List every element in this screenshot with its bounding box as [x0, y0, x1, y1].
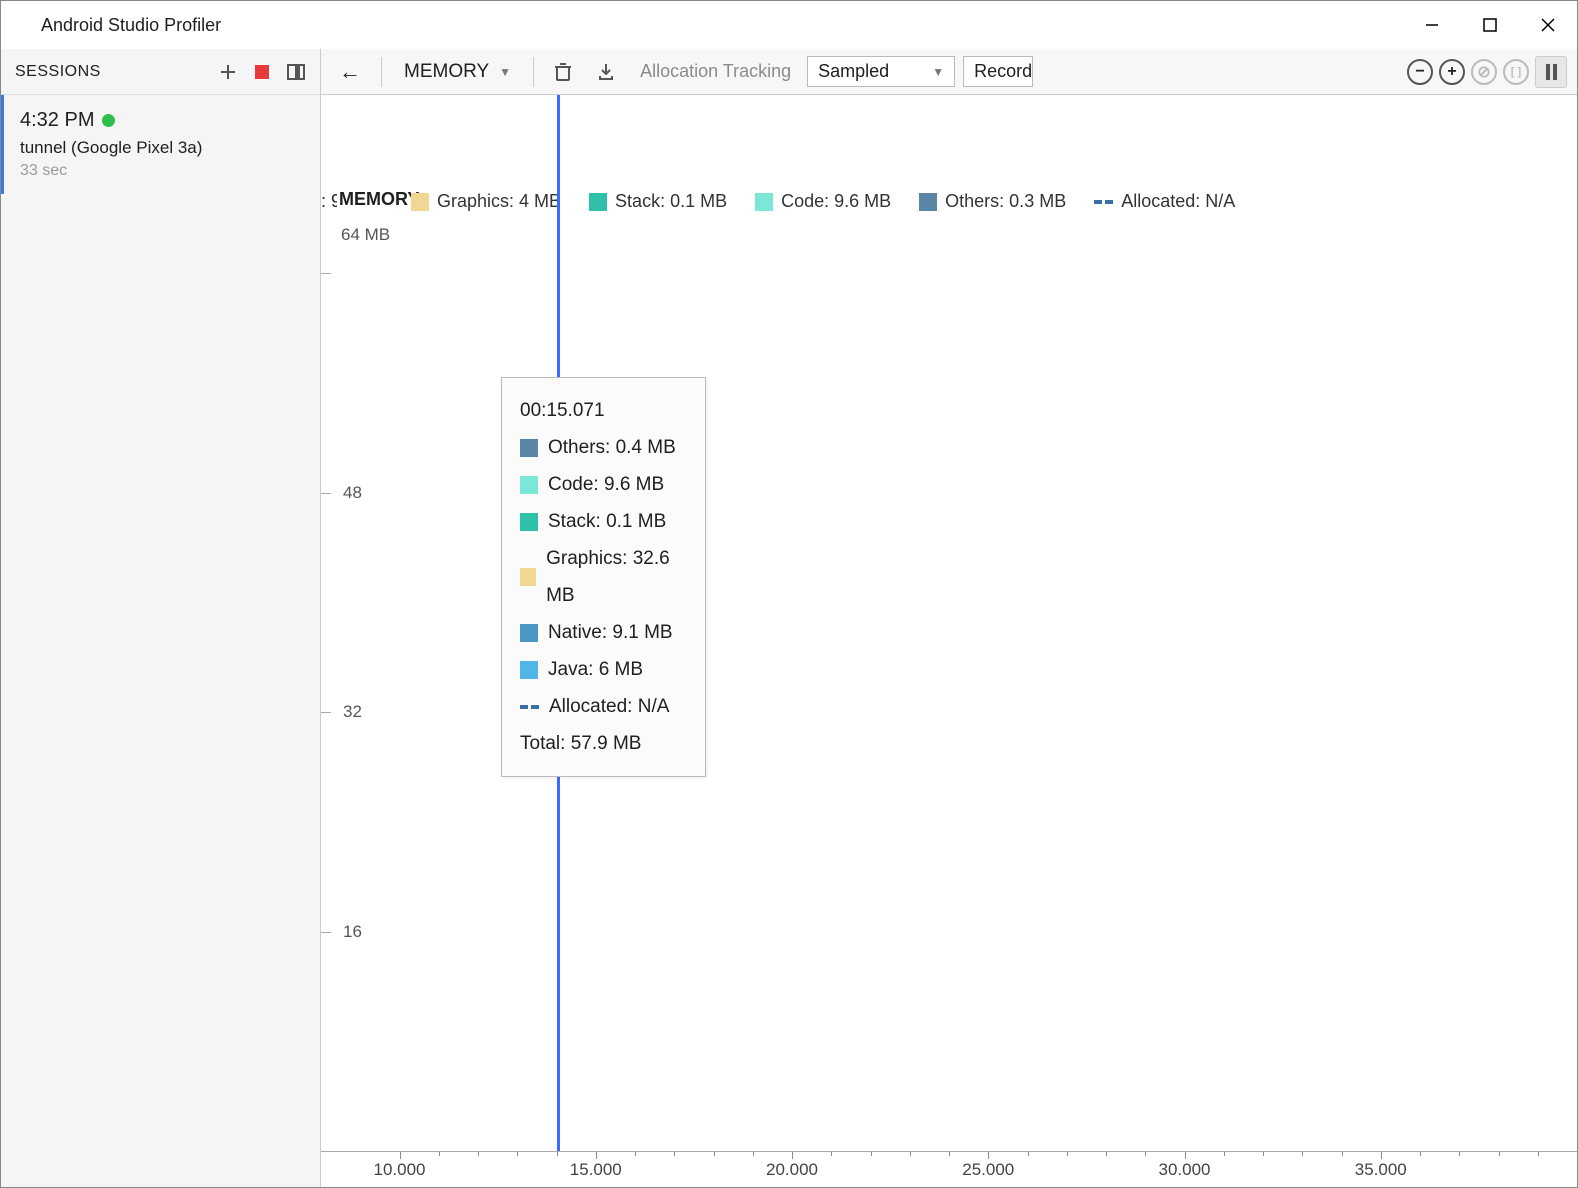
- session-item[interactable]: 4:32 PM tunnel (Google Pixel 3a) 33 sec: [1, 95, 320, 194]
- legend-code: Code: 9.6 MB: [781, 191, 891, 212]
- sessions-sidebar: SESSIONS 4:32 PM tunnel (Google Pixel 3a…: [1, 49, 321, 1187]
- fit-zoom-button[interactable]: [ ]: [1503, 59, 1529, 85]
- tooltip-code: Code: 9.6 MB: [548, 466, 664, 503]
- session-duration: 33 sec: [20, 162, 304, 180]
- delete-button[interactable]: [546, 58, 580, 86]
- active-indicator-icon: [102, 114, 115, 127]
- tooltip-allocated: Allocated: N/A: [549, 688, 669, 725]
- session-device: tunnel (Google Pixel 3a): [20, 138, 304, 158]
- tooltip-java: Java: 6 MB: [548, 651, 643, 688]
- tooltip-stack: Stack: 0.1 MB: [548, 503, 666, 540]
- profiler-main: ← MEMORY ▼ Allocation Tracking Sampled ▼…: [321, 49, 1577, 1187]
- view-label: MEMORY: [404, 61, 489, 83]
- swatch-others-icon: [919, 193, 937, 211]
- tooltip-graphics: Graphics: 32.6 MB: [546, 540, 687, 614]
- add-session-button[interactable]: [216, 60, 240, 84]
- back-button[interactable]: ←: [331, 55, 369, 89]
- session-time: 4:32 PM: [20, 109, 94, 132]
- window-title: Android Studio Profiler: [41, 15, 221, 36]
- xlabel-30: 30.000: [1159, 1160, 1211, 1180]
- maximize-button[interactable]: [1461, 1, 1519, 49]
- legend-graphics: Graphics: 4 MB: [437, 191, 561, 212]
- chevron-down-icon: ▼: [499, 65, 511, 79]
- chart-legend: Graphics: 4 MB Stack: 0.1 MB Code: 9.6 M…: [321, 191, 1569, 212]
- sessions-header: SESSIONS: [15, 63, 101, 81]
- title-bar: Android Studio Profiler: [1, 1, 1577, 49]
- legend-stack: Stack: 0.1 MB: [615, 191, 727, 212]
- tooltip-total: Total: 57.9 MB: [520, 725, 687, 762]
- chevron-down-icon: ▼: [932, 65, 944, 79]
- tooltip-native: Native: 9.1 MB: [548, 614, 673, 651]
- view-selector[interactable]: MEMORY ▼: [394, 57, 521, 87]
- sampling-value: Sampled: [818, 61, 889, 82]
- ylabel-64: 64 MB: [341, 225, 390, 245]
- import-button[interactable]: [588, 58, 624, 86]
- allocation-tracking-label: Allocation Tracking: [632, 57, 799, 86]
- pause-button[interactable]: [1535, 56, 1567, 88]
- memory-chart[interactable]: : 9MB MEMORY Graphics: 4 MB Stack: 0.1 M…: [321, 95, 1577, 1187]
- xlabel-25: 25.000: [962, 1160, 1014, 1180]
- legend-others: Others: 0.3 MB: [945, 191, 1066, 212]
- profiler-toolbar: ← MEMORY ▼ Allocation Tracking Sampled ▼…: [321, 49, 1577, 95]
- legend-allocated: Allocated: N/A: [1121, 191, 1235, 212]
- stop-session-button[interactable]: [250, 60, 274, 84]
- reset-zoom-button[interactable]: ⊘: [1471, 59, 1497, 85]
- chart-tooltip: 00:15.071 Others: 0.4 MB Code: 9.6 MB St…: [501, 377, 706, 777]
- minimize-button[interactable]: [1403, 1, 1461, 49]
- swatch-graphics-icon: [411, 193, 429, 211]
- record-button[interactable]: Record: [963, 56, 1033, 87]
- swatch-stack-icon: [589, 193, 607, 211]
- xlabel-10: 10.000: [374, 1160, 426, 1180]
- xlabel-15: 15.000: [570, 1160, 622, 1180]
- swatch-code-icon: [755, 193, 773, 211]
- chart-x-axis: 10.000 15.000 20.000 25.000 30.000 35.000: [321, 1151, 1577, 1187]
- tooltip-others: Others: 0.4 MB: [548, 429, 676, 466]
- zoom-out-button[interactable]: −: [1407, 59, 1433, 85]
- toggle-panel-button[interactable]: [284, 60, 308, 84]
- tooltip-time: 00:15.071: [520, 392, 687, 429]
- sampling-select[interactable]: Sampled ▼: [807, 56, 955, 87]
- xlabel-20: 20.000: [766, 1160, 818, 1180]
- zoom-in-button[interactable]: +: [1439, 59, 1465, 85]
- swatch-allocated-icon: [1094, 200, 1113, 204]
- xlabel-35: 35.000: [1355, 1160, 1407, 1180]
- close-button[interactable]: [1519, 1, 1577, 49]
